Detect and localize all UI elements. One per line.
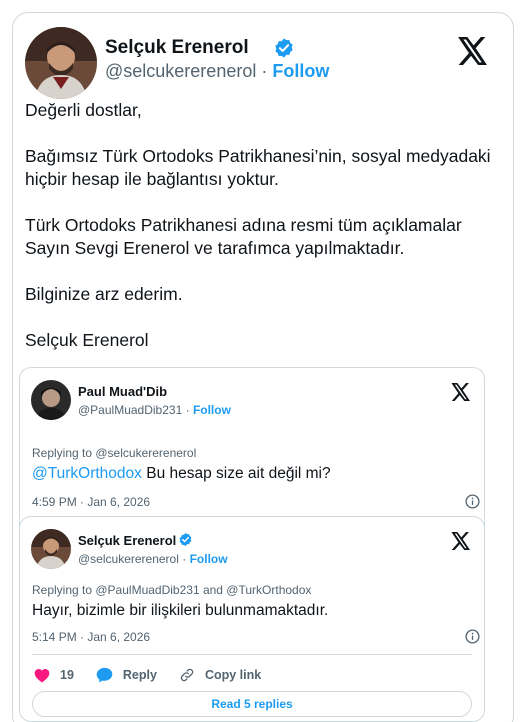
x-logo-icon[interactable]	[451, 383, 471, 401]
reply-handle-line: @selcukererenerol · Follow	[78, 552, 228, 566]
tweet-paragraph: Türk Ortodoks Patrikhanesi adına resmi t…	[25, 215, 462, 258]
author-handle[interactable]: @selcukererenerol	[105, 61, 256, 81]
quoted-timestamp[interactable]: 4:59 PM · Jan 6, 2026	[32, 495, 150, 509]
separator: ·	[261, 61, 268, 81]
action-bar: 19 Reply Copy link	[34, 665, 283, 685]
reply-replying-to: Replying to @PaulMuadDib231 and @TurkOrt…	[32, 583, 312, 597]
link-icon	[180, 668, 194, 682]
tweet-paragraph: Değerli dostlar,	[25, 100, 142, 120]
quoted-tweet[interactable]: Paul Muad'Dib @PaulMuadDib231 · Follow R…	[19, 367, 485, 537]
heart-icon	[34, 668, 50, 682]
info-icon[interactable]	[465, 629, 480, 644]
reply-tweet-text: Hayır, bizimle bir ilişkileri bulunmamak…	[32, 602, 329, 619]
separator: ·	[185, 403, 190, 417]
quoted-author-handle[interactable]: @PaulMuadDib231	[78, 403, 182, 417]
quoted-tweet-text: @TurkOrthodox Bu hesap size ait değil mi…	[32, 465, 331, 483]
reply-bubble-icon	[96, 667, 113, 683]
x-logo-icon[interactable]	[457, 37, 489, 65]
reply-label: Reply	[122, 668, 157, 682]
quoted-follow-button[interactable]: Follow	[193, 403, 231, 417]
reply-timestamp[interactable]: 5:14 PM · Jan 6, 2026	[32, 630, 150, 644]
verified-badge-icon	[178, 532, 193, 552]
tweet-text: Değerli dostlar, Bağımsız Türk Ortodoks …	[25, 99, 495, 352]
follow-button[interactable]: Follow	[272, 61, 329, 81]
read-replies-button[interactable]: Read 5 replies	[32, 691, 472, 717]
reply-author-handle[interactable]: @selcukererenerol	[78, 552, 179, 566]
tweet-paragraph: Bağımsız Türk Ortodoks Patrikhanesi’nin,…	[25, 146, 491, 189]
tweet-paragraph: Bilginize arz ederim.	[25, 284, 183, 304]
reply-tweet[interactable]: Selçuk Erenerol @selcukererenerol · Foll…	[19, 516, 485, 722]
reply-author-avatar[interactable]	[31, 529, 71, 569]
x-logo-icon[interactable]	[451, 532, 471, 550]
info-icon[interactable]	[465, 494, 480, 509]
like-count: 19	[60, 668, 74, 682]
author-handle-line: @selcukererenerol · Follow	[105, 61, 329, 82]
separator: ·	[182, 552, 187, 566]
quoted-text-body: Bu hesap size ait değil mi?	[141, 465, 331, 482]
author-name[interactable]: Selçuk Erenerol	[105, 37, 249, 59]
mention-link[interactable]: @TurkOrthodox	[32, 465, 142, 482]
quoted-author-name[interactable]: Paul Muad'Dib	[78, 384, 167, 399]
verified-badge-icon	[273, 37, 295, 64]
reply-author-name[interactable]: Selçuk Erenerol	[78, 533, 176, 548]
tweet-signature: Selçuk Erenerol	[25, 330, 149, 350]
copy-link-label: Copy link	[204, 668, 262, 682]
quoted-handle-line: @PaulMuadDib231 · Follow	[78, 403, 231, 417]
quoted-author-avatar[interactable]	[31, 380, 71, 420]
divider	[32, 654, 472, 655]
quoted-replying-to: Replying to @selcukererenerol	[32, 446, 197, 460]
reply-button[interactable]: Reply	[96, 667, 157, 683]
reply-follow-button[interactable]: Follow	[190, 552, 228, 566]
like-button[interactable]: 19	[34, 668, 74, 683]
copy-link-button[interactable]: Copy link	[179, 667, 261, 683]
author-avatar[interactable]	[25, 27, 97, 99]
